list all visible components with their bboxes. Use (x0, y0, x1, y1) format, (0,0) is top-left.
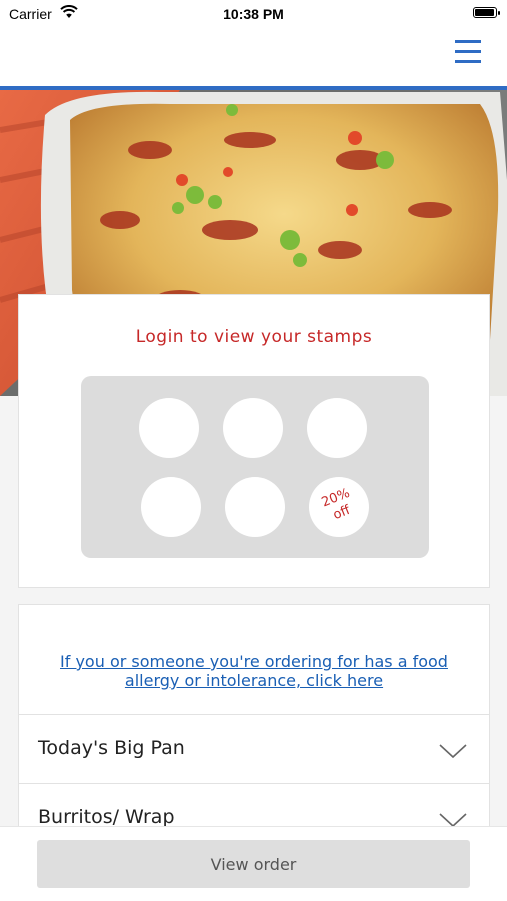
status-bar: Carrier 10:38 PM (0, 0, 507, 30)
nav-bar (0, 30, 507, 86)
stamp-slot (223, 398, 283, 458)
reward-stamp: 20% off (309, 477, 369, 537)
stamp-slot (225, 477, 285, 537)
login-stamps-link[interactable]: Login to view your stamps (19, 327, 489, 347)
menu-card: If you or someone you're ordering for ha… (18, 604, 490, 834)
battery-level (475, 9, 494, 16)
hamburger-menu-icon[interactable] (455, 40, 483, 66)
view-order-button[interactable]: View order (37, 840, 470, 888)
bottom-bar: View order (0, 826, 507, 901)
stamp-slot (139, 398, 199, 458)
stamp-slot (307, 398, 367, 458)
chevron-down-icon (439, 744, 467, 759)
reward-label: 20% off (319, 485, 353, 524)
status-time: 10:38 PM (223, 6, 284, 22)
stamp-card: Login to view your stamps 20% off (18, 294, 490, 588)
stamp-slot (141, 477, 201, 537)
category-label: Burritos/ Wrap (38, 806, 175, 828)
category-label: Today's Big Pan (38, 737, 185, 759)
stamp-grid: 20% off (81, 376, 429, 558)
allergy-info-link[interactable]: If you or someone you're ordering for ha… (39, 652, 469, 690)
category-todays-big-pan[interactable]: Today's Big Pan (19, 714, 489, 783)
battery-icon (473, 7, 500, 18)
